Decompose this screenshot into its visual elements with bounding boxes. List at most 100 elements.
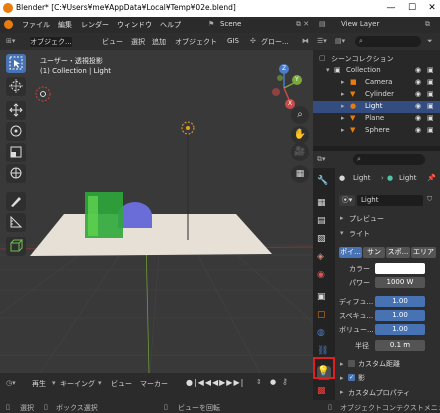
light-panel-header[interactable]: ライト — [349, 229, 370, 239]
annotate-tool[interactable] — [6, 192, 26, 211]
transform-orientation[interactable]: グロー... — [261, 37, 289, 47]
visibility-eye-icon[interactable]: ◉ — [415, 66, 421, 74]
scene-tab-icon[interactable]: ◈ — [317, 252, 331, 266]
menu-window[interactable]: ウィンドウ — [117, 20, 152, 30]
render-camera-icon[interactable]: ▣ — [427, 126, 434, 134]
light-expand-icon[interactable]: ▾ — [340, 229, 344, 237]
visibility-eye-icon[interactable]: ◉ — [415, 114, 421, 122]
view-layer-name[interactable]: View Layer — [341, 20, 379, 28]
custom-props-expand-icon[interactable]: ▸ — [340, 388, 344, 396]
playback-dropdown-icon[interactable]: ▾ — [52, 379, 56, 387]
camera-view-icon[interactable]: 🎥 — [291, 143, 309, 161]
render-tab-icon[interactable]: ▦ — [317, 198, 331, 212]
physics-tab-icon[interactable]: ◍ — [317, 328, 331, 342]
keying-dropdown-icon[interactable]: ▾ — [98, 379, 102, 387]
light-type-spot[interactable]: スポ... — [386, 247, 410, 258]
visibility-eye-icon[interactable]: ◉ — [415, 90, 421, 98]
menu-object[interactable]: オブジェクト — [175, 37, 217, 47]
shadow-checkbox[interactable]: ✓ — [348, 374, 355, 381]
menu-file[interactable]: ファイル — [22, 20, 50, 30]
outliner-editor-icon[interactable]: ☰▾ — [317, 37, 327, 45]
expand-arrow-icon[interactable]: ▸ — [341, 114, 345, 122]
custom-distance-checkbox[interactable] — [348, 360, 355, 367]
menu-help[interactable]: ヘルプ — [160, 20, 181, 30]
menu-keying[interactable]: キーイング — [60, 379, 95, 389]
preview-panel-header[interactable]: プレビュー — [349, 214, 384, 224]
menu-marker[interactable]: マーカー — [140, 379, 168, 389]
custom-distance-expand-icon[interactable]: ▸ — [340, 360, 344, 368]
select-box-tool[interactable] — [6, 54, 26, 73]
render-camera-icon[interactable]: ▣ — [427, 114, 434, 122]
menu-playback[interactable]: 再生 — [32, 379, 46, 389]
blender-menu-icon[interactable] — [4, 20, 13, 29]
light-type-point[interactable]: ポイ... — [339, 247, 362, 258]
fake-user-shield-icon[interactable]: ⛉ — [427, 195, 432, 204]
maximize-button[interactable]: ☐ — [405, 1, 419, 15]
expand-arrow-icon[interactable]: ▸ — [341, 102, 345, 110]
object-tab-icon[interactable]: ▢ — [317, 310, 331, 324]
menu-edit[interactable]: 編集 — [58, 20, 72, 30]
outliner-row-cylinder[interactable]: ▸ ▼ Cylinder ◉ ▣ — [313, 89, 440, 101]
filter-icon[interactable]: ⏷ — [427, 37, 433, 46]
visibility-eye-icon[interactable]: ◉ — [415, 126, 421, 134]
datablock-browse-icon[interactable]: ⦿▾ — [339, 195, 355, 206]
tool-tab-icon[interactable]: 🔧 — [317, 176, 331, 190]
outliner-row-camera[interactable]: ▸ ■ Camera ◉ ▣ — [313, 77, 440, 89]
custom-props-header[interactable]: カスタムプロパティ — [348, 388, 410, 398]
outliner-row-scene-collection[interactable]: ▢ シーンコレクション — [313, 53, 440, 65]
view-layer-tab-icon[interactable]: ▧ — [317, 234, 331, 248]
rotate-tool[interactable] — [6, 122, 26, 141]
preview-expand-icon[interactable]: ▸ — [340, 214, 344, 222]
expand-arrow-icon[interactable]: ▸ — [341, 126, 345, 134]
view-layer-options-icon[interactable]: ⧉ — [425, 20, 430, 29]
volume-field[interactable]: 1.00 — [375, 324, 425, 335]
datablock-name-field[interactable]: Light — [357, 195, 423, 206]
3d-viewport[interactable]: ユーザー・透視投影 (1) Collection | Light Z Y X ⌕… — [0, 50, 313, 373]
timeline-editor-icon[interactable]: ◷▾ — [6, 379, 16, 387]
pin-icon[interactable]: 📌 — [427, 174, 436, 182]
mode-select[interactable]: オブジェク... — [30, 37, 72, 47]
menu-gis[interactable]: GIS — [227, 37, 239, 45]
outliner-row-sphere[interactable]: ▸ ▼ Sphere ◉ ▣ — [313, 125, 440, 137]
move-tool[interactable] — [6, 101, 26, 120]
expand-arrow-icon[interactable]: ▸ — [341, 90, 345, 98]
display-mode-icon[interactable]: ▤▾ — [335, 37, 345, 45]
color-swatch[interactable] — [375, 263, 425, 274]
menu-view[interactable]: ビュー — [102, 37, 123, 47]
shadow-expand-icon[interactable]: ▸ — [340, 374, 344, 382]
snap-icon[interactable]: ⧓ — [302, 37, 309, 45]
properties-search-input[interactable]: ⌕ — [353, 154, 425, 165]
texture-tab-icon[interactable]: ▩ — [317, 386, 331, 400]
pan-hand-icon[interactable]: ✋ — [291, 126, 309, 144]
output-tab-icon[interactable]: ▤ — [317, 216, 331, 230]
world-tab-icon[interactable]: ◉ — [317, 270, 331, 284]
expand-arrow-icon[interactable]: ▾ — [326, 66, 330, 74]
render-camera-icon[interactable]: ▣ — [427, 90, 434, 98]
keying-set-icon[interactable]: ⚷ — [282, 377, 288, 386]
light-type-sun[interactable]: サン — [363, 247, 385, 258]
menu-add[interactable]: 追加 — [152, 37, 166, 47]
light-type-area[interactable]: エリア — [411, 247, 436, 258]
power-field[interactable]: 1000 W — [375, 277, 425, 288]
zoom-icon[interactable]: ⌕ — [291, 106, 309, 124]
auto-key-icon[interactable]: ● — [270, 378, 276, 386]
scroll-handle-icon[interactable]: ⇕ — [256, 378, 262, 386]
render-camera-icon[interactable]: ▣ — [427, 78, 434, 86]
add-cube-tool[interactable] — [6, 237, 26, 256]
close-button[interactable]: ✕ — [425, 1, 439, 15]
editor-type-icon[interactable]: ⊞▾ — [6, 37, 15, 45]
scene-options-icon[interactable]: ⧉ ✕ — [296, 20, 309, 29]
scene-name[interactable]: Scene — [220, 20, 241, 28]
cursor-tool[interactable] — [6, 77, 26, 96]
perspective-toggle-icon[interactable]: ▦ — [291, 165, 309, 183]
outliner-row-light[interactable]: ▸ ● Light ◉ ▣ — [313, 101, 440, 113]
playback-controls-icon[interactable]: ●|◀◀◀▶▶▶| — [186, 378, 244, 387]
properties-editor-icon[interactable]: ⧉▾ — [317, 155, 326, 164]
scale-tool[interactable] — [6, 143, 26, 162]
expand-arrow-icon[interactable]: ▸ — [341, 78, 345, 86]
outliner-row-plane[interactable]: ▸ ▼ Plane ◉ ▣ — [313, 113, 440, 125]
transform-orientation-icon[interactable]: ✣ — [250, 37, 256, 45]
outliner-search-input[interactable]: ⌕ — [355, 36, 421, 47]
menu-timeline-view[interactable]: ビュー — [111, 379, 132, 389]
transform-tool[interactable] — [6, 164, 26, 183]
